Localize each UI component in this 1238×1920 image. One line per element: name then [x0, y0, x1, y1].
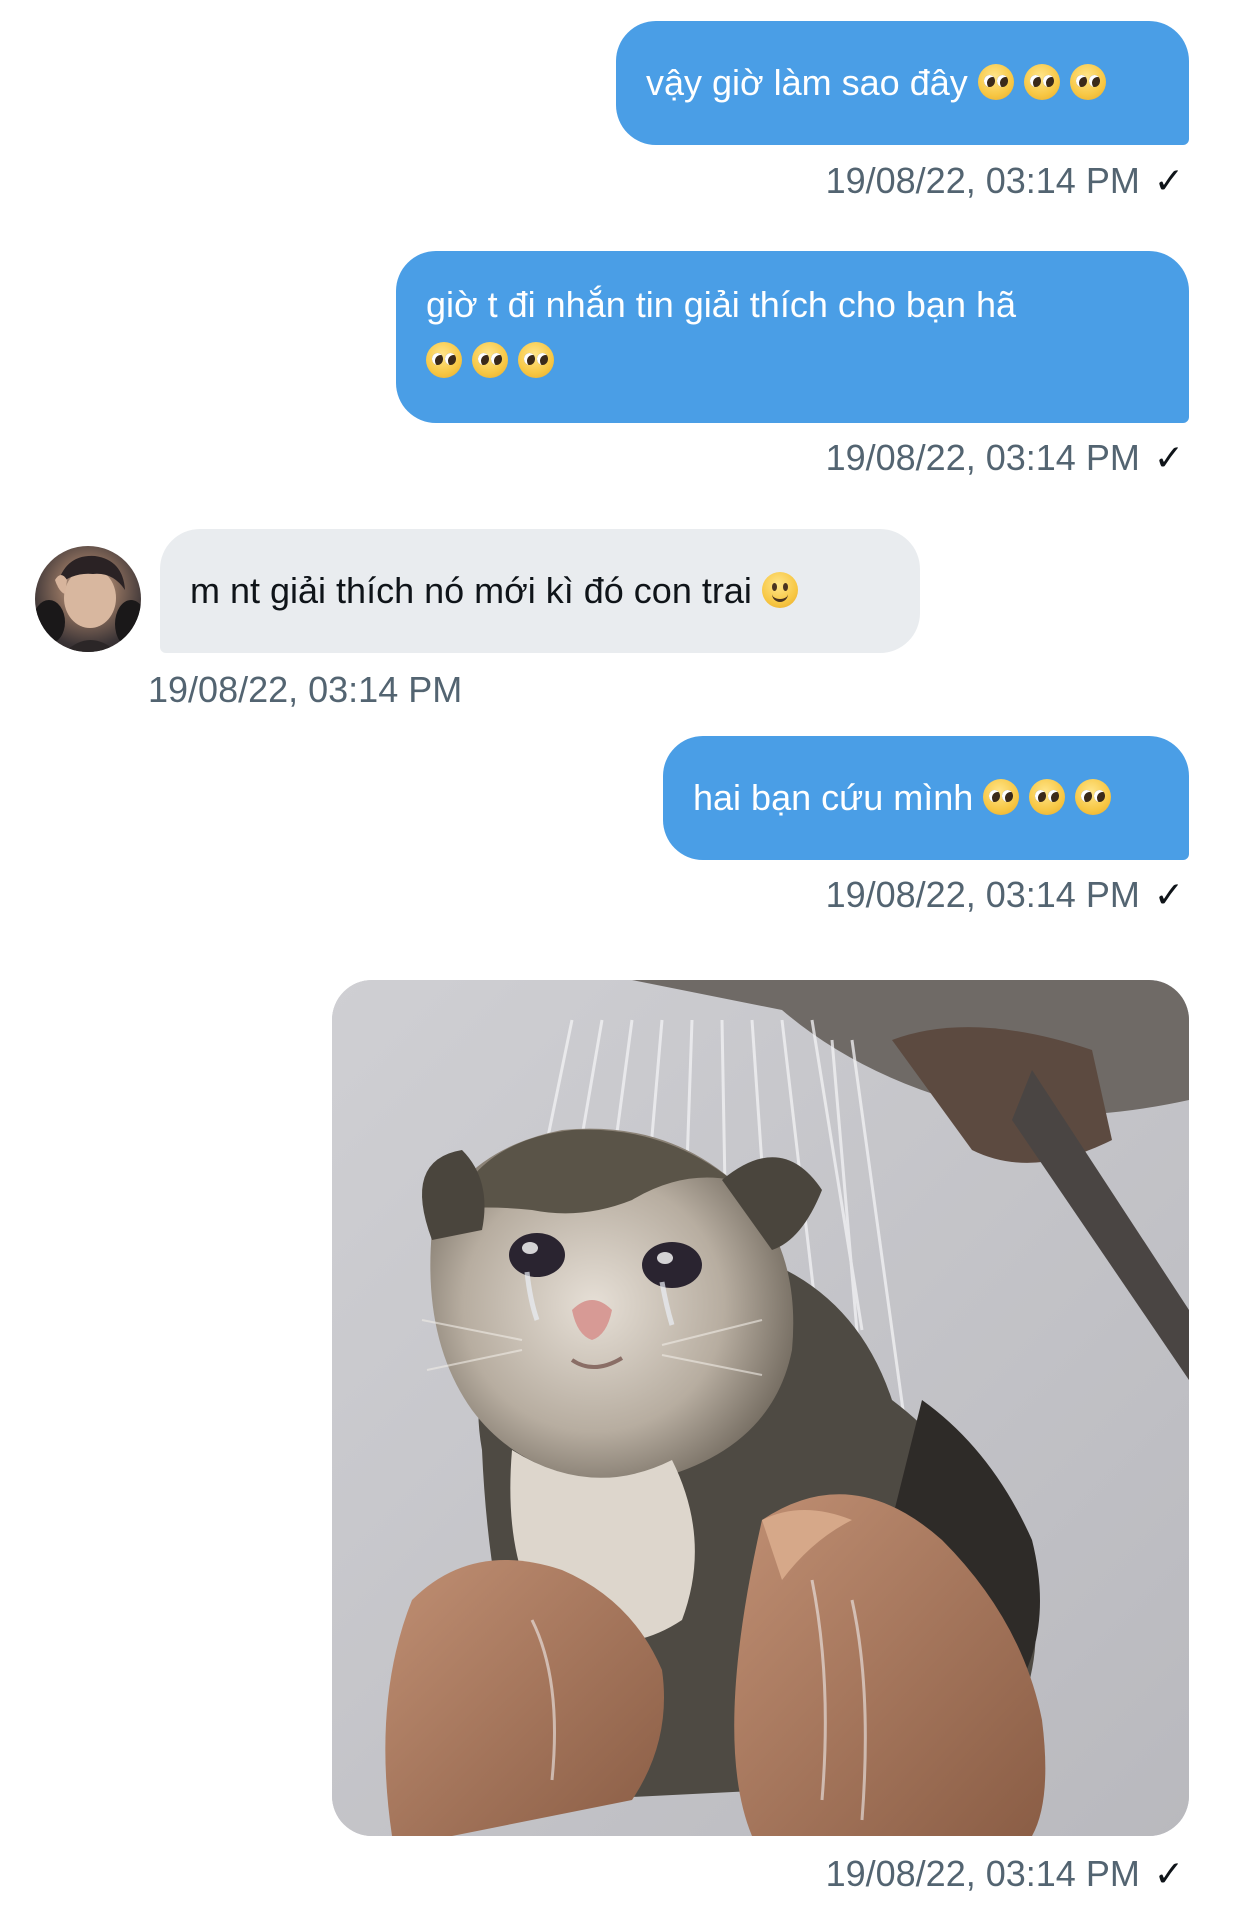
message-text: m nt giải thích nó mới kì đó con trai [190, 570, 752, 611]
message-bubble-outgoing[interactable]: vậy giờ làm sao đây [616, 21, 1189, 145]
pleading-face-emoji-icon [472, 342, 508, 378]
pleading-face-emoji-icon [518, 342, 554, 378]
message-timestamp: 19/08/22, 03:14 PM ✓ [825, 160, 1184, 202]
message-bubble-outgoing[interactable]: giờ t đi nhắn tin giải thích cho bạn hã [396, 251, 1189, 423]
pleading-face-emoji-icon [426, 342, 462, 378]
message-text: hai bạn cứu mình [693, 777, 974, 818]
pleading-face-emoji-icon [1023, 64, 1060, 100]
pleading-face-emoji-icon [977, 64, 1014, 100]
sent-checkmark-icon: ✓ [1153, 438, 1184, 479]
message-emoji-row [416, 333, 1159, 389]
slightly-smiling-face-emoji-icon [761, 572, 798, 608]
avatar-photo-icon [35, 555, 141, 652]
pleading-face-emoji-icon [1075, 779, 1112, 815]
message-timestamp: 19/08/22, 03:14 PM ✓ [825, 1853, 1184, 1895]
message-timestamp: 19/08/22, 03:14 PM ✓ [825, 874, 1184, 916]
message-image-attachment[interactable] [332, 980, 1189, 1836]
message-text: vậy giờ làm sao đây [646, 62, 968, 103]
message-text: giờ t đi nhắn tin giải thích cho bạn hã [426, 284, 1017, 325]
sent-checkmark-icon: ✓ [1153, 875, 1184, 916]
pleading-face-emoji-icon [983, 779, 1020, 815]
contact-avatar[interactable] [35, 546, 141, 652]
message-timestamp: 19/08/22, 03:14 PM [148, 669, 463, 710]
pleading-face-emoji-icon [1029, 779, 1066, 815]
message-bubble-incoming[interactable]: m nt giải thích nó mới kì đó con trai [160, 529, 920, 653]
sent-checkmark-icon: ✓ [1153, 1854, 1184, 1895]
message-bubble-outgoing[interactable]: hai bạn cứu mình [663, 736, 1189, 860]
pleading-face-emoji-icon [1069, 64, 1106, 100]
sent-checkmark-icon: ✓ [1153, 161, 1184, 202]
crying-cat-photo-icon [332, 980, 1189, 1836]
message-timestamp: 19/08/22, 03:14 PM ✓ [825, 437, 1184, 479]
